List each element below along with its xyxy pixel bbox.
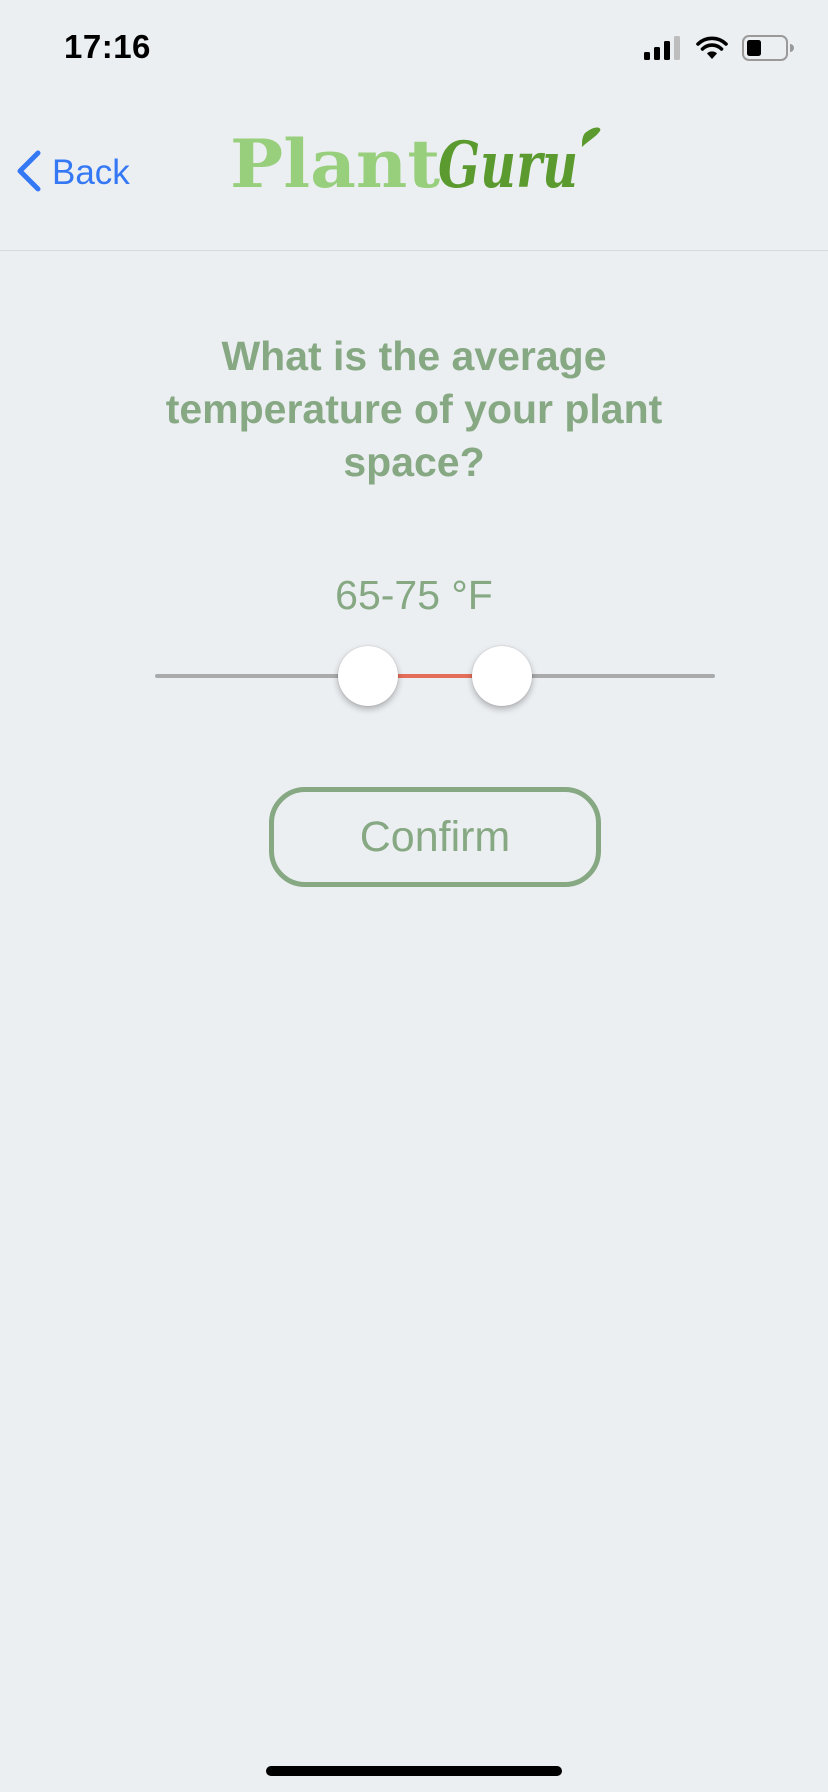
status-icons (644, 34, 794, 66)
signal-icon (644, 35, 682, 65)
logo-text-plant: Plant (230, 125, 441, 203)
question-heading: What is the average temperature of your … (165, 333, 663, 485)
status-time: 17:16 (64, 28, 151, 65)
chevron-left-icon (14, 149, 42, 198)
status-bar: 17:16 (0, 0, 828, 100)
battery-icon (742, 34, 794, 66)
back-label: Back (52, 153, 130, 192)
confirm-button[interactable]: Confirm (269, 787, 601, 887)
navigation-bar: Back Plant Guru (0, 100, 828, 251)
temperature-range-slider[interactable] (155, 646, 715, 706)
wifi-icon (696, 36, 728, 65)
back-button[interactable]: Back (14, 148, 130, 198)
temperature-range-label: 65-75 °F (335, 572, 493, 618)
home-indicator (266, 1766, 562, 1776)
leaf-icon (582, 127, 601, 147)
slider-thumb-min[interactable] (337, 646, 398, 706)
slider-thumb-max[interactable] (472, 646, 533, 706)
logo-text-guru: Guru (438, 128, 578, 203)
plantguru-logo: Plant Guru (230, 125, 605, 215)
